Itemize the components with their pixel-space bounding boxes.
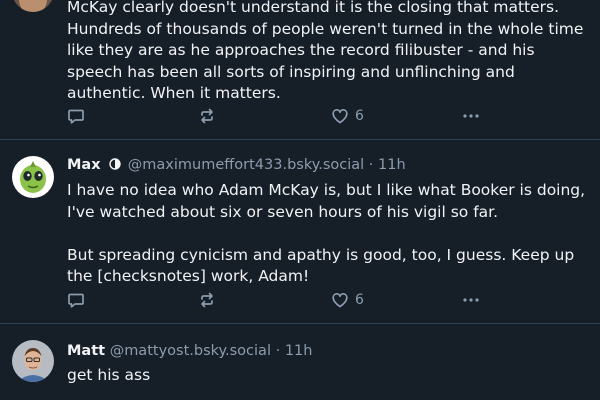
author-handle[interactable]: @maximumeffort433.bsky.social <box>128 157 364 173</box>
repost-button[interactable] <box>198 290 216 310</box>
more-options-button[interactable] <box>461 106 481 126</box>
reply-icon <box>67 291 85 309</box>
author-name[interactable]: Max <box>67 157 101 173</box>
separator-dot: · <box>368 157 374 173</box>
like-icon <box>331 291 349 309</box>
post-card[interactable]: Matt @mattyost.bsky.social · 11h get his… <box>0 324 600 400</box>
post-actions: 6 <box>67 290 487 310</box>
repost-button[interactable] <box>198 106 216 126</box>
post-header: Max @maximumeffort433.bsky.social · 11h <box>67 155 590 176</box>
verified-badge-icon <box>109 156 121 176</box>
like-button[interactable]: 6 <box>331 290 364 310</box>
post-actions: 6 <box>67 106 487 126</box>
like-count: 6 <box>355 108 364 124</box>
author-name[interactable]: Matt <box>67 343 105 359</box>
separator-dot: · <box>275 343 281 359</box>
author-handle[interactable]: @mattyost.bsky.social <box>110 343 271 359</box>
repost-icon <box>198 107 216 125</box>
post-card[interactable]: McKay clearly doesn't understand it is t… <box>0 0 600 140</box>
avatar[interactable] <box>12 156 54 198</box>
timestamp[interactable]: 11h <box>285 343 313 359</box>
post-paragraph: get his ass <box>67 366 151 384</box>
post-text: get his ass <box>67 365 590 387</box>
like-icon <box>331 107 349 125</box>
reply-button[interactable] <box>67 106 85 126</box>
timestamp[interactable]: 11h <box>378 157 406 173</box>
post-card[interactable]: Max @maximumeffort433.bsky.social · 11h … <box>0 140 600 324</box>
like-count: 6 <box>355 292 364 308</box>
repost-icon <box>198 291 216 309</box>
avatar[interactable] <box>12 0 54 12</box>
reply-button[interactable] <box>67 290 85 310</box>
ellipsis-icon <box>461 107 481 125</box>
post-header: Matt @mattyost.bsky.social · 11h <box>67 341 590 361</box>
reply-icon <box>67 107 85 125</box>
more-options-button[interactable] <box>461 290 481 310</box>
post-text: I have no idea who Adam McKay is, but I … <box>67 180 590 288</box>
post-paragraph: But spreading cynicism and apathy is goo… <box>67 245 575 286</box>
feed: McKay clearly doesn't understand it is t… <box>0 0 600 400</box>
avatar[interactable] <box>12 340 54 382</box>
post-text: McKay clearly doesn't understand it is t… <box>67 0 584 102</box>
like-button[interactable]: 6 <box>331 106 364 126</box>
post-paragraph: I have no idea who Adam McKay is, but I … <box>67 181 586 221</box>
ellipsis-icon <box>461 291 481 309</box>
